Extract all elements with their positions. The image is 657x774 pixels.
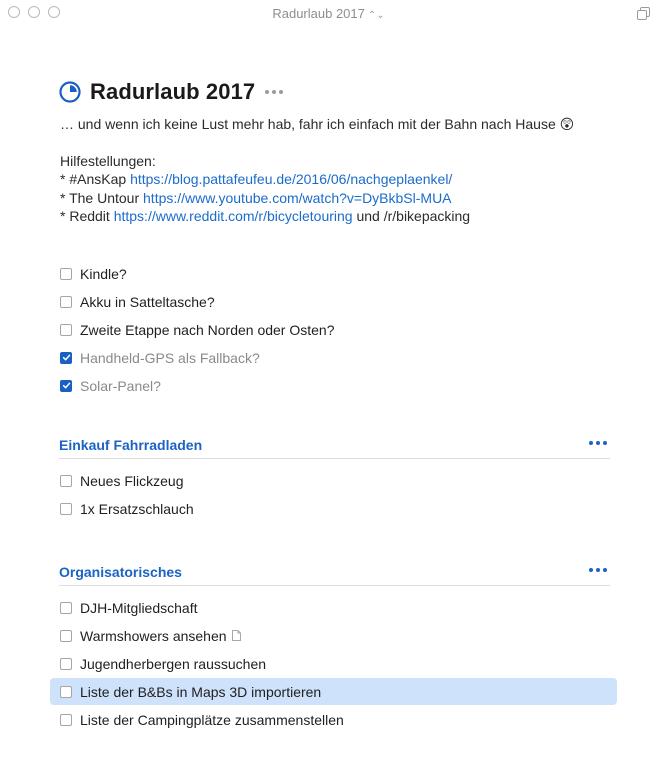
task-row[interactable]: 1x Ersatzschlauch bbox=[50, 495, 617, 522]
task-row[interactable]: Liste der B&Bs in Maps 3D importieren bbox=[50, 678, 617, 705]
note-link[interactable]: https://blog.pattafeufeu.de/2016/06/nach… bbox=[130, 171, 452, 187]
note-link-line: * Reddit https://www.reddit.com/r/bicycl… bbox=[60, 207, 630, 226]
task-label: Solar-Panel? bbox=[80, 377, 161, 394]
project-notes[interactable]: … und wenn ich keine Lust mehr hab, fahr… bbox=[60, 115, 630, 226]
task-label: Akku in Satteltasche? bbox=[80, 293, 215, 310]
link-prefix: * The Untour bbox=[60, 189, 144, 206]
task-checkbox[interactable] bbox=[60, 379, 72, 392]
section-heading-label: Einkauf Fahrradladen bbox=[59, 437, 203, 453]
task-row[interactable]: Zweite Etappe nach Norden oder Osten? bbox=[50, 316, 617, 343]
task-checkbox[interactable] bbox=[60, 601, 72, 614]
link-prefix: * Reddit bbox=[60, 208, 114, 224]
task-label: Liste der B&Bs in Maps 3D importieren bbox=[80, 683, 322, 700]
window-title[interactable]: Radurlaub 2017 ⌃⌄ bbox=[0, 6, 657, 21]
task-checkbox[interactable] bbox=[60, 629, 72, 642]
task-checkbox[interactable] bbox=[60, 351, 72, 364]
task-checkbox[interactable] bbox=[60, 713, 72, 726]
task-row[interactable]: Akku in Satteltasche? bbox=[50, 288, 617, 315]
task-checkbox[interactable] bbox=[60, 474, 72, 487]
task-checkbox[interactable] bbox=[60, 502, 72, 515]
project-header: Radurlaub 2017 bbox=[59, 78, 284, 106]
task-label: Kindle? bbox=[80, 265, 127, 282]
task-row[interactable]: Solar-Panel? bbox=[50, 372, 617, 399]
task-row[interactable]: Kindle? bbox=[50, 260, 617, 287]
note-link-line: * #AnsKap https://blog.pattafeufeu.de/20… bbox=[60, 170, 630, 189]
section-heading[interactable]: Einkauf Fahrradladen bbox=[59, 435, 610, 459]
project-more-icon[interactable] bbox=[265, 90, 284, 94]
task-checkbox[interactable] bbox=[60, 323, 72, 336]
note-line: … und wenn ich keine Lust mehr hab, fahr… bbox=[60, 116, 575, 132]
task-label: Neues Flickzeug bbox=[80, 472, 184, 489]
link-prefix: * #AnsKap bbox=[60, 171, 131, 187]
task-row[interactable]: Liste der Campingplätze zusammenstellen bbox=[50, 706, 617, 733]
task-row[interactable]: DJH-Mitgliedschaft bbox=[50, 594, 617, 621]
task-row[interactable]: Neues Flickzeug bbox=[50, 467, 617, 494]
task-checkbox[interactable] bbox=[60, 267, 72, 280]
task-label: Handheld-GPS als Fallback? bbox=[80, 349, 260, 366]
section-more-icon[interactable] bbox=[589, 441, 607, 445]
task-label: Warmshowers ansehen bbox=[80, 627, 227, 644]
task-label: DJH-Mitgliedschaft bbox=[80, 599, 198, 616]
section-more-icon[interactable] bbox=[589, 568, 607, 572]
section-heading[interactable]: Organisatorisches bbox=[59, 562, 610, 586]
task-label: Liste der Campingplätze zusammenstellen bbox=[80, 711, 344, 728]
chevron-updown-icon: ⌃⌄ bbox=[367, 10, 385, 21]
window-title-text: Radurlaub 2017 bbox=[272, 6, 365, 21]
project-title[interactable]: Radurlaub 2017 bbox=[90, 79, 255, 105]
help-heading: Hilfestellungen: bbox=[60, 152, 156, 169]
duplicate-window-icon[interactable] bbox=[637, 7, 650, 20]
project-progress-icon bbox=[59, 81, 81, 103]
link-suffix: und /r/bikepacking bbox=[352, 208, 471, 224]
task-label: Zweite Etappe nach Norden oder Osten? bbox=[80, 321, 335, 338]
task-checkbox[interactable] bbox=[60, 685, 72, 698]
note-link[interactable]: https://www.youtube.com/watch?v=DyBkbSl-… bbox=[143, 190, 452, 206]
task-checkbox[interactable] bbox=[60, 295, 72, 308]
note-icon bbox=[231, 630, 241, 641]
task-checkbox[interactable] bbox=[60, 657, 72, 670]
title-bar: Radurlaub 2017 ⌃⌄ bbox=[0, 0, 657, 28]
task-label: 1x Ersatzschlauch bbox=[80, 500, 194, 517]
task-row[interactable]: Handheld-GPS als Fallback? bbox=[50, 344, 617, 371]
section-heading-label: Organisatorisches bbox=[59, 564, 182, 580]
task-label: Jugendherbergen raussuchen bbox=[80, 655, 267, 672]
note-link-line: * The Untour https://www.youtube.com/wat… bbox=[60, 189, 630, 208]
task-row[interactable]: Warmshowers ansehen bbox=[50, 622, 617, 649]
task-row[interactable]: Jugendherbergen raussuchen bbox=[50, 650, 617, 677]
note-link[interactable]: https://www.reddit.com/r/bicycletouring bbox=[114, 208, 353, 224]
